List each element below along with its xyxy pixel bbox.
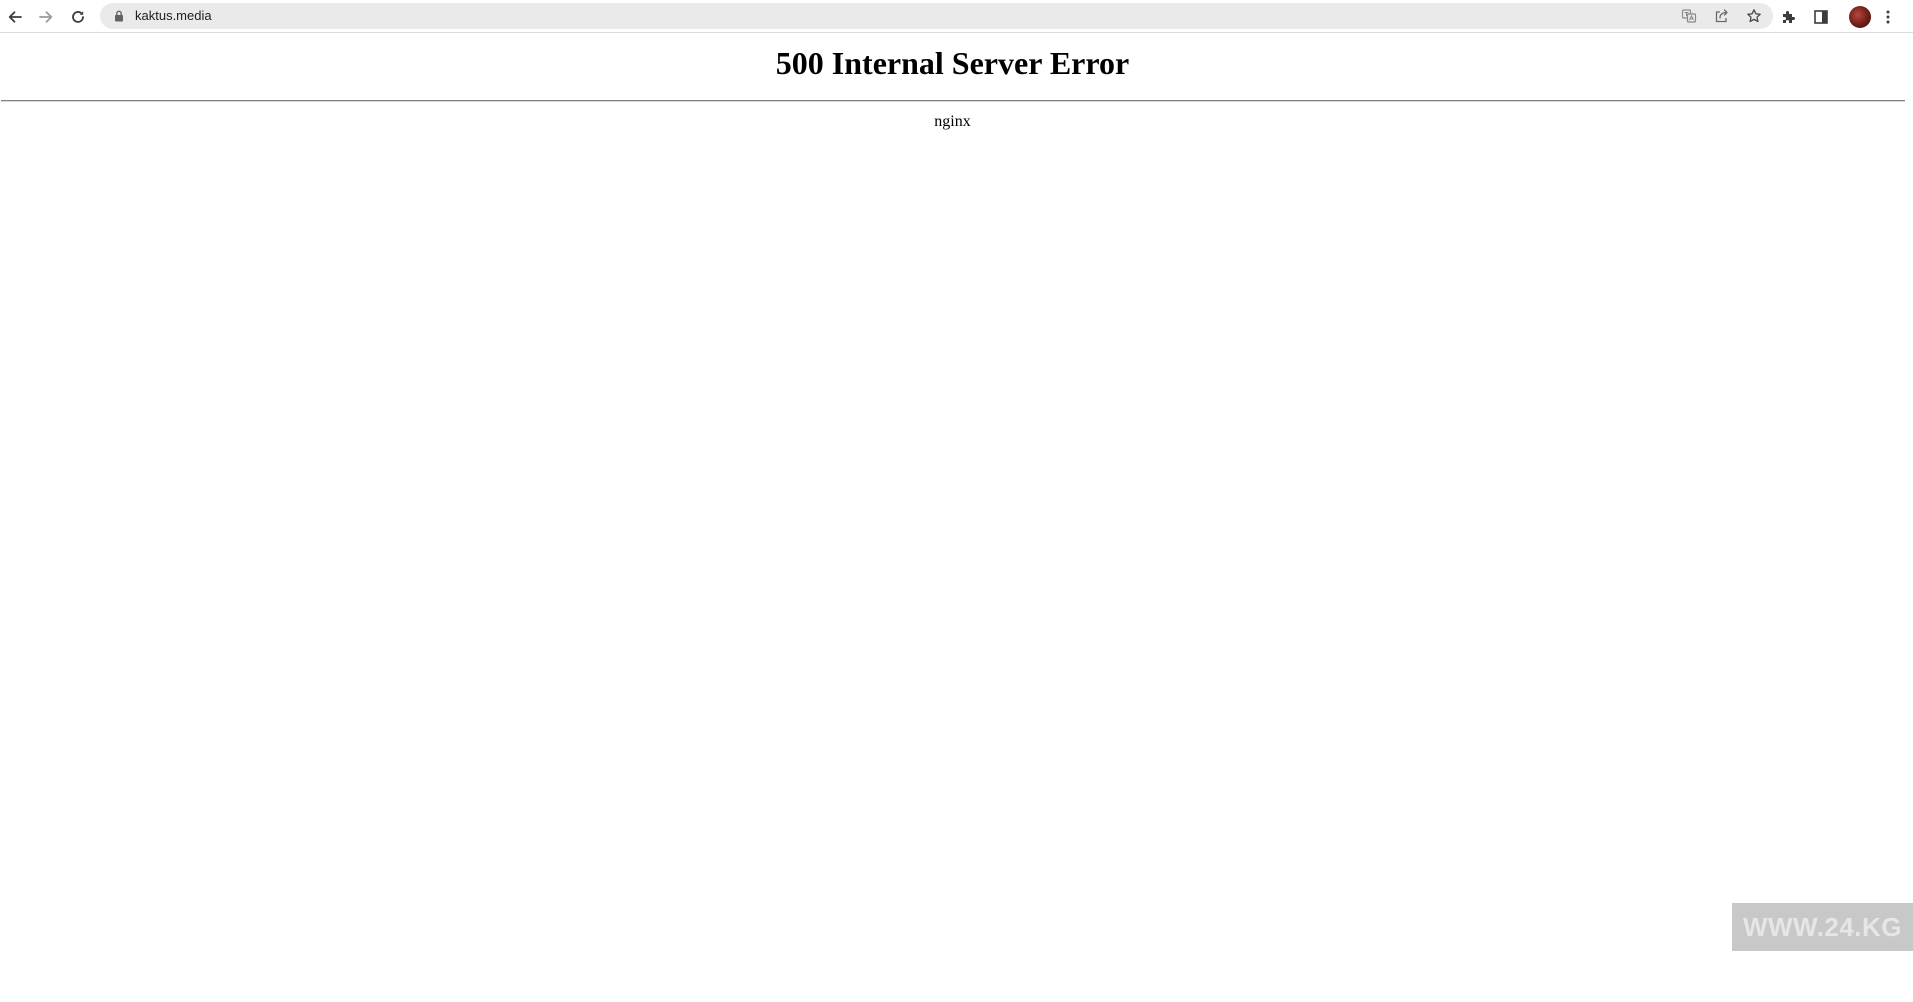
server-name: nginx — [934, 113, 971, 130]
forward-button[interactable] — [33, 4, 59, 30]
puzzle-icon[interactable] — [1781, 9, 1797, 25]
divider — [1, 100, 1905, 102]
watermark: WWW.24.KG — [1732, 903, 1913, 951]
share-icon[interactable] — [1714, 8, 1730, 24]
reload-icon — [72, 11, 84, 23]
lock-icon[interactable] — [112, 9, 126, 23]
arrow-left-icon — [8, 11, 22, 23]
page-title: 500 Internal Server Error — [775, 45, 1130, 81]
avatar[interactable] — [1849, 6, 1871, 28]
url-text[interactable]: kaktus.media — [135, 7, 212, 25]
kebab-menu-icon[interactable] — [1880, 9, 1896, 25]
side-panel-icon[interactable] — [1813, 9, 1829, 25]
address-bar[interactable]: kaktus.media — [100, 3, 1773, 29]
page-content: 500 Internal Server Error nginx — [0, 33, 1905, 1002]
browser-toolbar: kaktus.media — [0, 0, 1913, 33]
arrow-right-icon — [39, 11, 53, 23]
back-button[interactable] — [2, 4, 28, 30]
reload-button[interactable] — [65, 4, 91, 30]
star-icon[interactable] — [1746, 8, 1762, 24]
translate-icon[interactable] — [1681, 8, 1697, 24]
